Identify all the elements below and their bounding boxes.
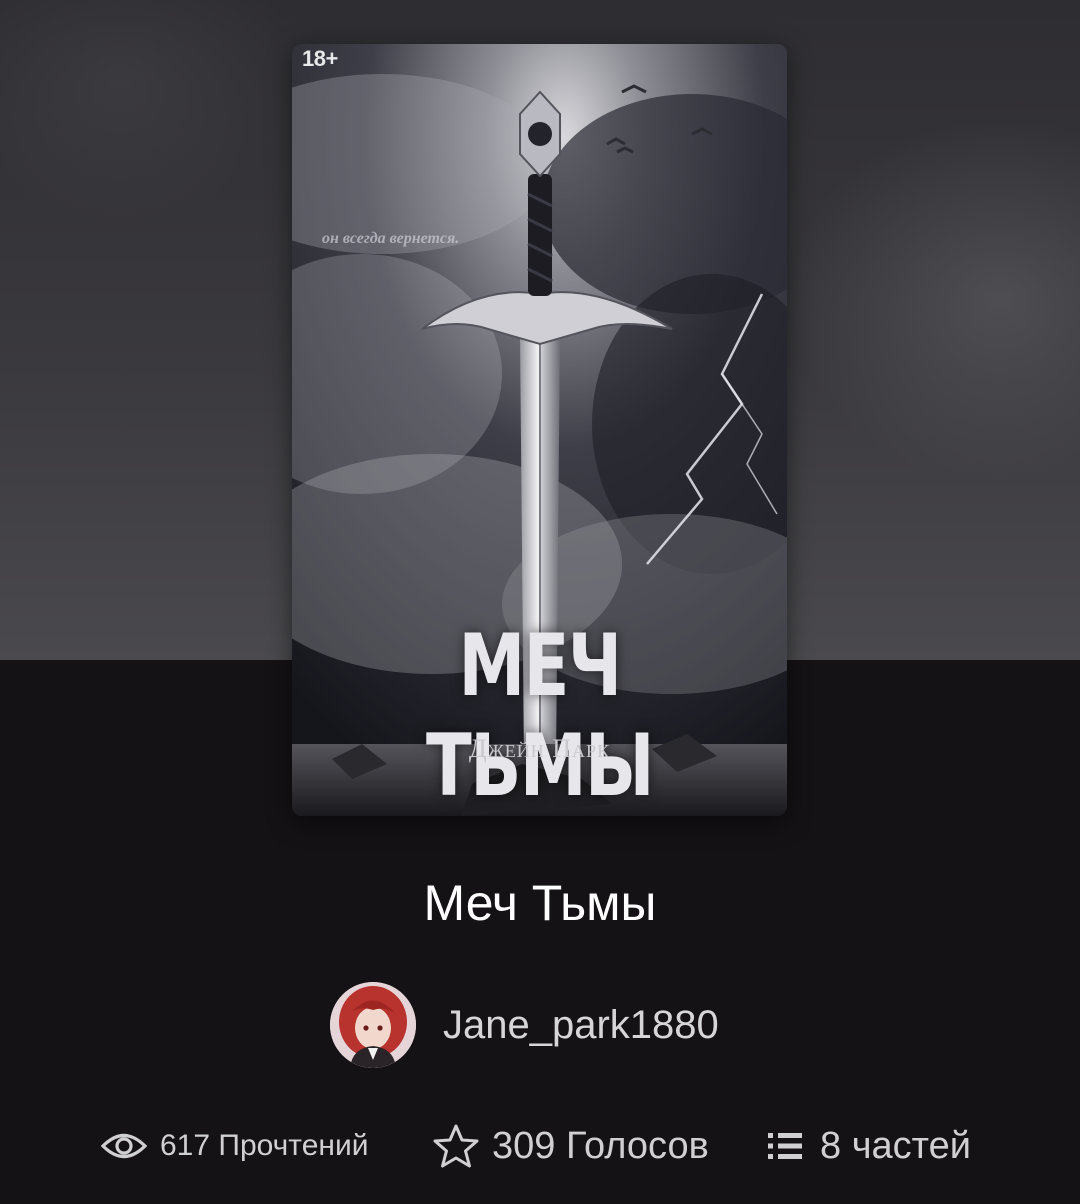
story-stats: 617 Прочтений 309 Голосов 8 частей xyxy=(0,1118,1080,1174)
star-icon xyxy=(433,1124,479,1168)
book-cover[interactable]: 18+ он всегда вернется. МЕЧ ТЬМЫ Джейн П… xyxy=(292,44,787,816)
cover-tagline: он всегда вернется. xyxy=(322,230,460,247)
reads-stat: 617 Прочтений xyxy=(100,1118,368,1174)
cover-author: Джейн Парк xyxy=(468,734,611,763)
votes-stat: 309 Голосов xyxy=(432,1118,709,1174)
parts-stat: 8 частей xyxy=(766,1118,971,1174)
parts-count: 8 частей xyxy=(820,1124,971,1167)
list-icon xyxy=(768,1133,802,1159)
author-avatar[interactable] xyxy=(330,982,416,1068)
story-page: 18+ он всегда вернется. МЕЧ ТЬМЫ Джейн П… xyxy=(0,0,1080,1204)
author-link[interactable]: Jane_park1880 xyxy=(330,982,719,1068)
votes-count: 309 Голосов xyxy=(492,1124,709,1167)
eye-icon xyxy=(100,1133,148,1159)
reads-count: 617 Прочтений xyxy=(160,1129,369,1162)
cover-title: МЕЧ ТЬМЫ xyxy=(426,616,654,816)
author-username[interactable]: Jane_park1880 xyxy=(443,1003,719,1048)
age-rating-badge: 18+ xyxy=(302,46,338,71)
avatar-illustration xyxy=(330,982,416,1068)
book-title: Меч Тьмы xyxy=(423,875,657,931)
